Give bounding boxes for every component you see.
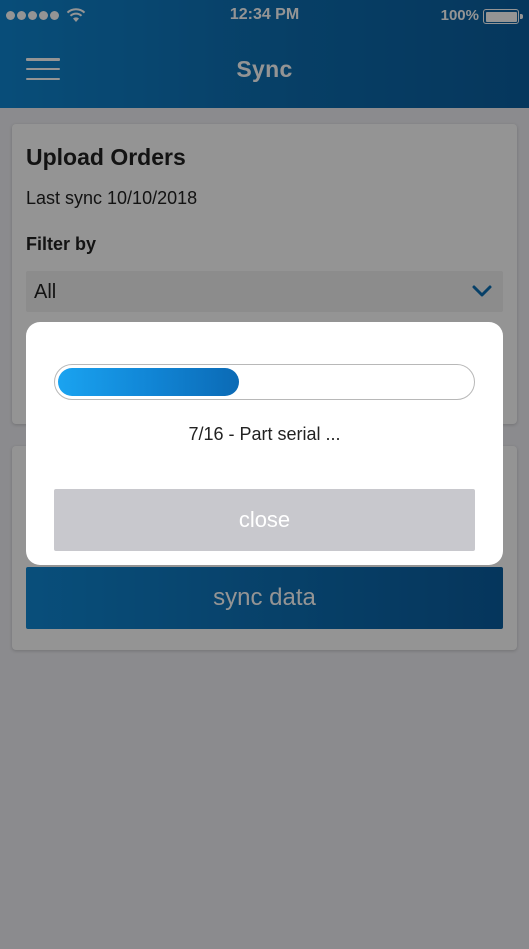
- progress-bar: [54, 364, 475, 400]
- progress-bar-fill: [58, 368, 239, 396]
- close-button[interactable]: close: [54, 489, 475, 551]
- sync-progress-dialog: 7/16 - Part serial ... close: [26, 322, 503, 565]
- progress-status-text: 7/16 - Part serial ...: [188, 424, 341, 444]
